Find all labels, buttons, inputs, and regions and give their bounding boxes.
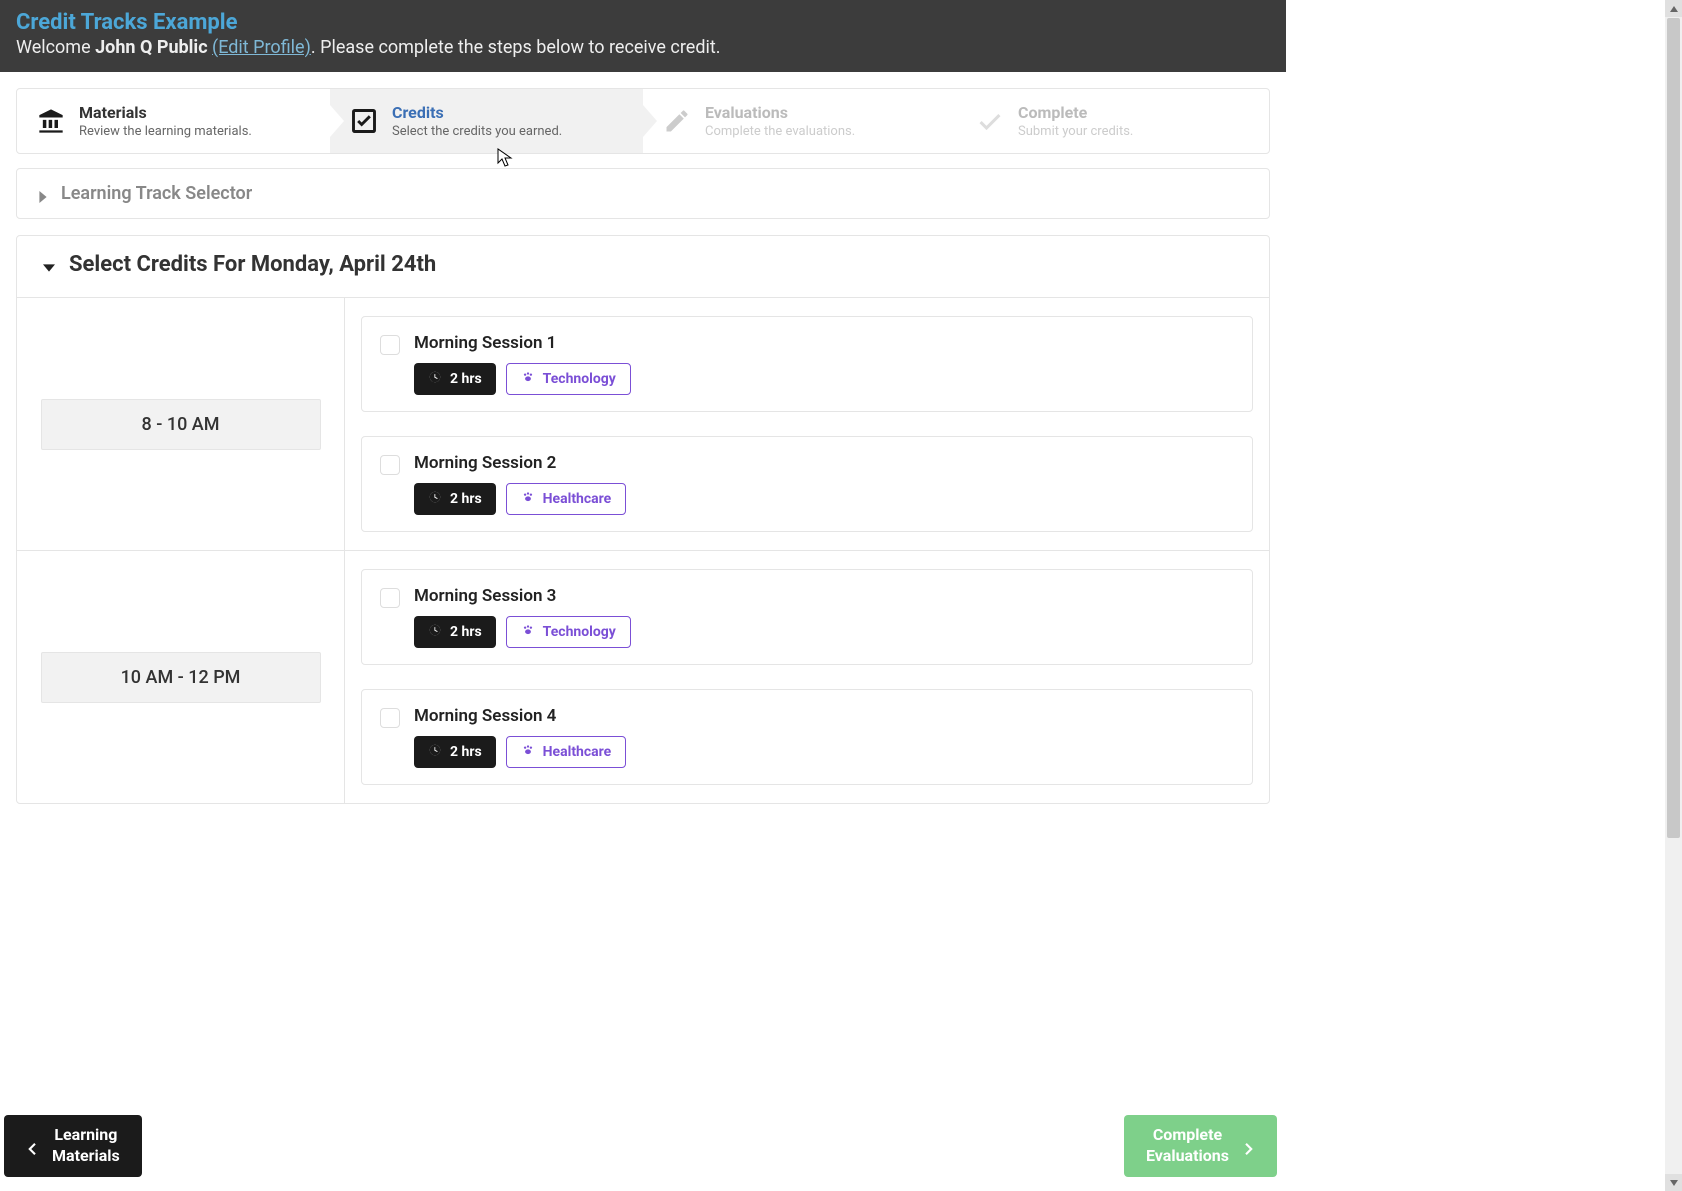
page-header: Credit Tracks Example Welcome John Q Pub… <box>0 0 1286 72</box>
category-text: Technology <box>543 371 616 387</box>
learning-track-selector-header[interactable]: Learning Track Selector <box>17 169 1269 218</box>
next-line1: Complete <box>1153 1125 1222 1144</box>
session-card: Morning Session 1 2 hrs Technology <box>361 316 1253 412</box>
paw-icon <box>521 743 535 761</box>
prev-button-label: Learning Materials <box>52 1125 120 1167</box>
session-title: Morning Session 1 <box>414 333 631 353</box>
duration-tag: 2 hrs <box>414 363 496 395</box>
paw-icon <box>521 370 535 388</box>
clock-icon <box>428 623 442 641</box>
category-tag: Technology <box>506 363 631 395</box>
caret-right-icon <box>37 188 49 200</box>
category-text: Technology <box>543 624 616 640</box>
session-checkbox[interactable] <box>380 588 400 608</box>
edit-profile-link[interactable]: (Edit Profile) <box>212 37 311 58</box>
app-viewport: Credit Tracks Example Welcome John Q Pub… <box>0 0 1286 1191</box>
credits-panel-title: Select Credits For Monday, April 24th <box>69 252 436 277</box>
time-sessions-grid: 8 - 10 AM Morning Session 1 2 hrs <box>17 297 1269 803</box>
session-checkbox[interactable] <box>380 335 400 355</box>
pencil-icon <box>663 107 691 135</box>
duration-text: 2 hrs <box>450 491 482 507</box>
step-tracker: Materials Review the learning materials.… <box>16 88 1270 154</box>
session-card: Morning Session 3 2 hrs Technology <box>361 569 1253 665</box>
duration-tag: 2 hrs <box>414 616 496 648</box>
scroll-thumb[interactable] <box>1667 18 1680 838</box>
step-desc: Review the learning materials. <box>79 124 252 139</box>
session-title: Morning Session 2 <box>414 453 626 473</box>
duration-tag: 2 hrs <box>414 483 496 515</box>
duration-tag: 2 hrs <box>414 736 496 768</box>
time-cell: 10 AM - 12 PM <box>17 550 345 803</box>
step-complete: Complete Submit your credits. <box>956 89 1269 153</box>
prev-line2: Materials <box>52 1146 120 1165</box>
session-card: Morning Session 2 2 hrs Healthcare <box>361 436 1253 532</box>
time-badge: 10 AM - 12 PM <box>41 652 321 703</box>
scroll-down-arrow-icon[interactable] <box>1665 1174 1682 1191</box>
next-nav: Complete Evaluations <box>1124 1115 1277 1177</box>
step-desc: Select the credits you earned. <box>392 124 562 139</box>
step-desc: Submit your credits. <box>1018 124 1133 139</box>
footer-spacer <box>16 804 1270 904</box>
time-cell: 8 - 10 AM <box>17 298 345 550</box>
scroll-up-arrow-icon[interactable] <box>1665 0 1682 17</box>
category-tag: Healthcare <box>506 736 627 768</box>
session-checkbox[interactable] <box>380 455 400 475</box>
category-text: Healthcare <box>543 491 612 507</box>
step-title: Complete <box>1018 103 1133 122</box>
check-icon <box>976 107 1004 135</box>
prev-button[interactable]: Learning Materials <box>4 1115 142 1177</box>
category-tag: Healthcare <box>506 483 627 515</box>
category-tag: Technology <box>506 616 631 648</box>
outer-scrollbar[interactable] <box>1665 0 1682 1191</box>
clock-icon <box>428 370 442 388</box>
learning-track-selector-panel[interactable]: Learning Track Selector <box>16 168 1270 219</box>
category-text: Healthcare <box>543 744 612 760</box>
chevron-left-icon <box>26 1140 38 1152</box>
bank-icon <box>37 107 65 135</box>
welcome-prefix: Welcome <box>16 37 95 58</box>
learning-track-selector-title: Learning Track Selector <box>61 183 252 204</box>
sessions-cell: Morning Session 3 2 hrs Technology <box>345 550 1269 803</box>
step-desc: Complete the evaluations. <box>705 124 855 139</box>
clock-icon <box>428 490 442 508</box>
session-card: Morning Session 4 2 hrs Healthcare <box>361 689 1253 785</box>
sessions-cell: Morning Session 1 2 hrs Technology <box>345 298 1269 550</box>
welcome-text: Welcome John Q Public (Edit Profile). Pl… <box>16 37 1270 58</box>
prev-nav: Learning Materials <box>4 1115 142 1177</box>
step-title: Credits <box>392 103 562 122</box>
step-materials[interactable]: Materials Review the learning materials. <box>17 89 330 153</box>
content-area: Materials Review the learning materials.… <box>0 72 1286 920</box>
duration-text: 2 hrs <box>450 744 482 760</box>
next-line2: Evaluations <box>1146 1146 1229 1165</box>
prev-line1: Learning <box>54 1125 117 1144</box>
user-name: John Q Public <box>95 37 207 58</box>
step-title: Materials <box>79 103 252 122</box>
step-title: Evaluations <box>705 103 855 122</box>
checkbox-icon <box>350 107 378 135</box>
welcome-suffix: . Please complete the steps below to rec… <box>311 37 721 58</box>
step-credits[interactable]: Credits Select the credits you earned. <box>330 89 643 153</box>
chevron-right-icon <box>1243 1140 1255 1152</box>
duration-text: 2 hrs <box>450 371 482 387</box>
credits-panel: Select Credits For Monday, April 24th 8 … <box>16 235 1270 804</box>
paw-icon <box>521 623 535 641</box>
session-title: Morning Session 3 <box>414 586 631 606</box>
session-checkbox[interactable] <box>380 708 400 728</box>
credits-panel-header[interactable]: Select Credits For Monday, April 24th <box>17 236 1269 297</box>
clock-icon <box>428 743 442 761</box>
step-evaluations: Evaluations Complete the evaluations. <box>643 89 956 153</box>
page-title: Credit Tracks Example <box>16 10 1270 35</box>
next-button-label: Complete Evaluations <box>1146 1125 1229 1167</box>
paw-icon <box>521 490 535 508</box>
session-title: Morning Session 4 <box>414 706 626 726</box>
duration-text: 2 hrs <box>450 624 482 640</box>
next-button[interactable]: Complete Evaluations <box>1124 1115 1277 1177</box>
time-badge: 8 - 10 AM <box>41 399 321 450</box>
caret-down-icon <box>43 259 55 271</box>
